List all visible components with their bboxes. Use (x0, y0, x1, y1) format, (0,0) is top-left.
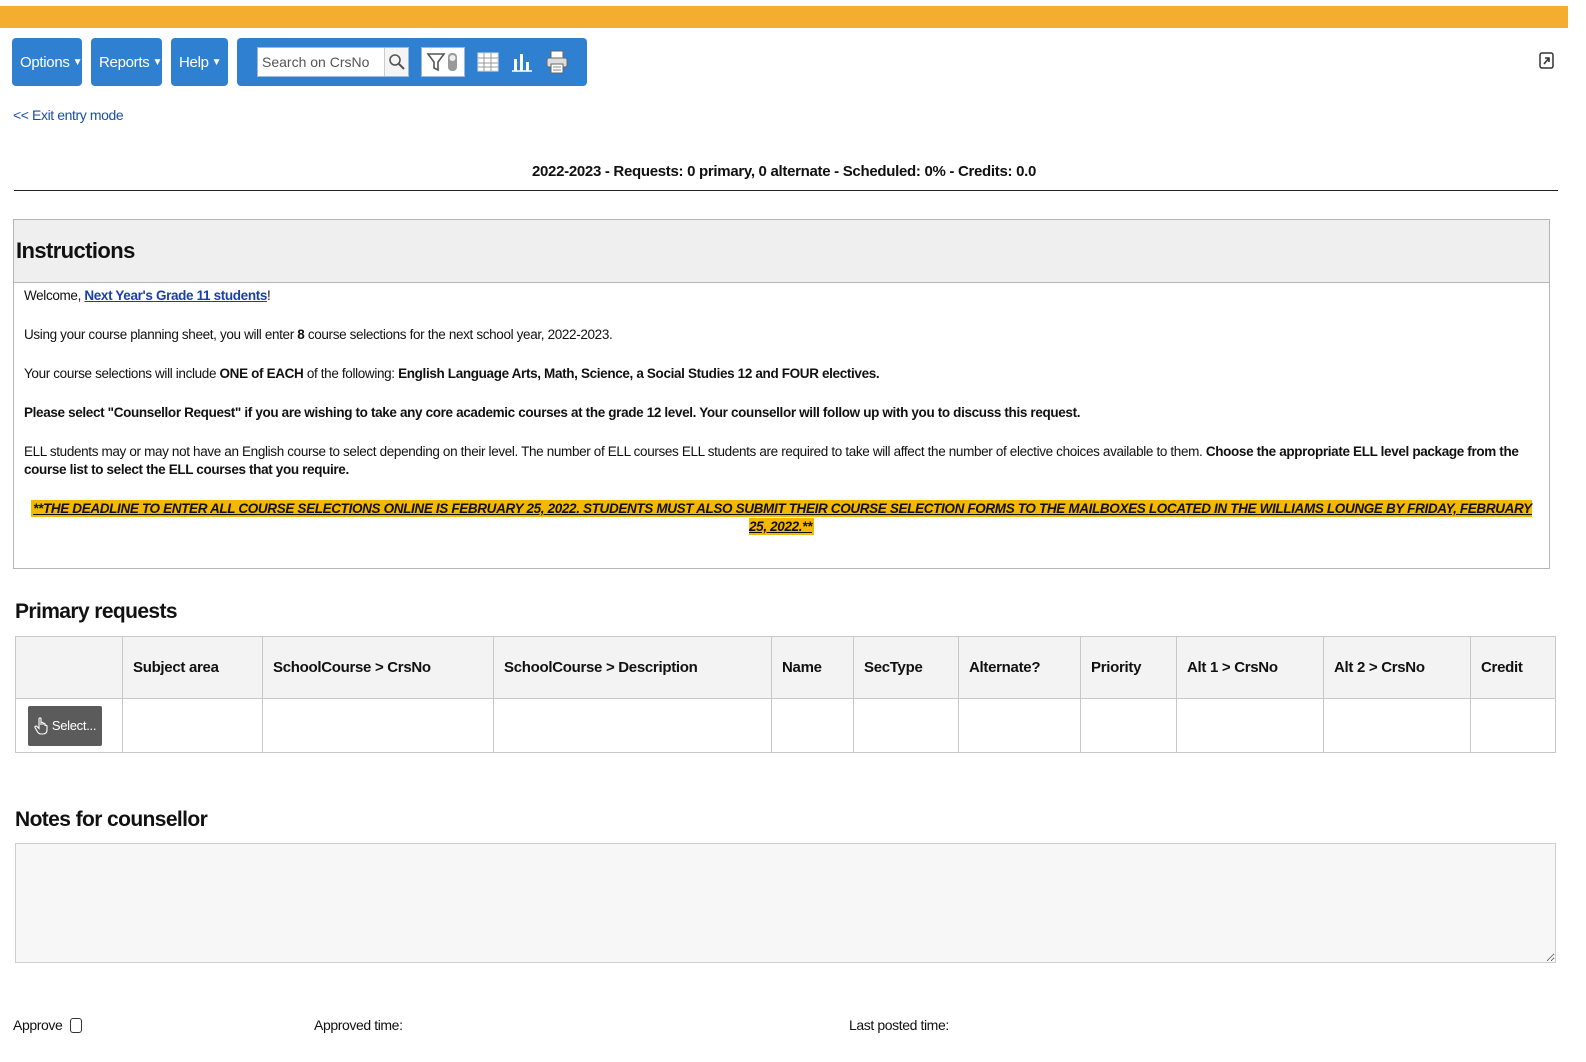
toolbar: Options ▼ Reports ▼ Help ▼ (12, 38, 587, 86)
approve-checkbox[interactable] (70, 1017, 83, 1033)
popout-icon[interactable] (1539, 52, 1555, 70)
caret-down-icon: ▼ (211, 56, 222, 68)
exit-entry-mode-link[interactable]: << Exit entry mode (13, 107, 124, 123)
table-cell (262, 698, 494, 753)
column-header-credit[interactable]: Credit (1470, 636, 1556, 699)
grade-11-link[interactable]: Next Year's Grade 11 students (84, 288, 267, 303)
approve-group: Approve (13, 1017, 83, 1033)
column-header-description[interactable]: SchoolCourse > Description (493, 636, 772, 699)
column-header-priority[interactable]: Priority (1080, 636, 1177, 699)
print-icon[interactable] (545, 47, 569, 77)
top-accent-bar (0, 6, 1568, 28)
search-input[interactable] (258, 49, 384, 75)
table-cell (1323, 698, 1471, 753)
primary-requests-title: Primary requests (15, 600, 178, 623)
search-box (257, 47, 409, 77)
instruction-paragraph-1: Using your course planning sheet, you wi… (24, 327, 613, 342)
caret-down-icon: ▼ (152, 56, 163, 68)
column-header (15, 636, 123, 699)
notes-title: Notes for counsellor (15, 808, 208, 831)
instructions-panel: Instructions Welcome, Next Year's Grade … (13, 219, 1550, 569)
table-cell (853, 698, 959, 753)
table-cell (1470, 698, 1556, 753)
last-posted-time-label: Last posted time: (849, 1017, 949, 1033)
welcome-line: Welcome, Next Year's Grade 11 students! (24, 288, 271, 303)
column-header-sectype[interactable]: SecType (853, 636, 959, 699)
primary-requests-table: Subject area SchoolCourse > CrsNo School… (15, 636, 1556, 753)
column-header-subject-area[interactable]: Subject area (122, 636, 263, 699)
divider (14, 190, 1558, 191)
table-header-row: Subject area SchoolCourse > CrsNo School… (15, 636, 1556, 699)
request-summary: 2022-2023 - Requests: 0 primary, 0 alter… (531, 163, 1037, 180)
instruction-paragraph-2: Your course selections will include ONE … (24, 366, 880, 381)
table-cell (493, 698, 772, 753)
grid-icon[interactable] (477, 47, 499, 77)
tool-group (237, 38, 587, 86)
column-header-alternate[interactable]: Alternate? (958, 636, 1081, 699)
help-menu-button[interactable]: Help ▼ (171, 38, 228, 86)
filter-icon[interactable] (421, 47, 465, 77)
table-cell (771, 698, 854, 753)
instruction-paragraph-4: ELL students may or may not have an Engl… (24, 444, 1519, 477)
table-cell (1176, 698, 1324, 753)
instructions-body: Welcome, Next Year's Grade 11 students! … (14, 283, 1549, 561)
notes-textarea[interactable] (15, 843, 1556, 963)
table-cell (122, 698, 263, 753)
select-course-button[interactable]: Select... (28, 705, 102, 746)
table-cell (1080, 698, 1177, 753)
table-cell (958, 698, 1081, 753)
caret-down-icon: ▼ (72, 56, 83, 68)
instructions-title: Instructions (14, 220, 1549, 283)
search-icon[interactable] (384, 48, 408, 76)
column-header-alt1-crsno[interactable]: Alt 1 > CrsNo (1176, 636, 1324, 699)
hand-pointer-icon (34, 716, 48, 735)
table-row: Select... (15, 698, 1556, 753)
instruction-paragraph-3: Please select "Counsellor Request" if yo… (24, 405, 1081, 420)
reports-menu-button[interactable]: Reports ▼ (91, 38, 162, 86)
chart-icon[interactable] (511, 47, 533, 77)
deadline-notice: **THE DEADLINE TO ENTER ALL COURSE SELEC… (31, 500, 1532, 535)
approve-label: Approve (13, 1017, 63, 1033)
column-header-name[interactable]: Name (771, 636, 854, 699)
options-menu-button[interactable]: Options ▼ (12, 38, 83, 86)
column-header-crsno[interactable]: SchoolCourse > CrsNo (262, 636, 494, 699)
approved-time-label: Approved time: (314, 1017, 403, 1033)
column-header-alt2-crsno[interactable]: Alt 2 > CrsNo (1323, 636, 1471, 699)
